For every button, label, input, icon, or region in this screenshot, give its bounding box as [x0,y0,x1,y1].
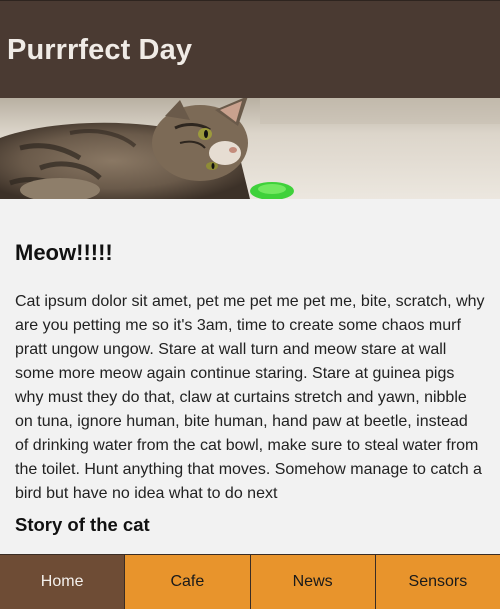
nav-item-news[interactable]: News [249,555,375,609]
article-heading: Meow!!!!! [15,240,113,265]
hero-banner [0,98,500,199]
nav-item-cafe[interactable]: Cafe [124,555,249,609]
article-subheading: Story of the cat [15,514,150,535]
cat-photo [0,98,500,199]
nav-item-sensors[interactable]: Sensors [374,555,500,609]
site-title: Purrrfect Day [7,34,193,66]
article-paragraph: Cat ipsum dolor sit amet, pet me pet me … [15,293,485,502]
site-header: Purrrfect Day [0,0,500,98]
nav-item-home[interactable]: Home [0,555,125,609]
bottom-nav: Home Cafe News Sensors [0,554,500,609]
